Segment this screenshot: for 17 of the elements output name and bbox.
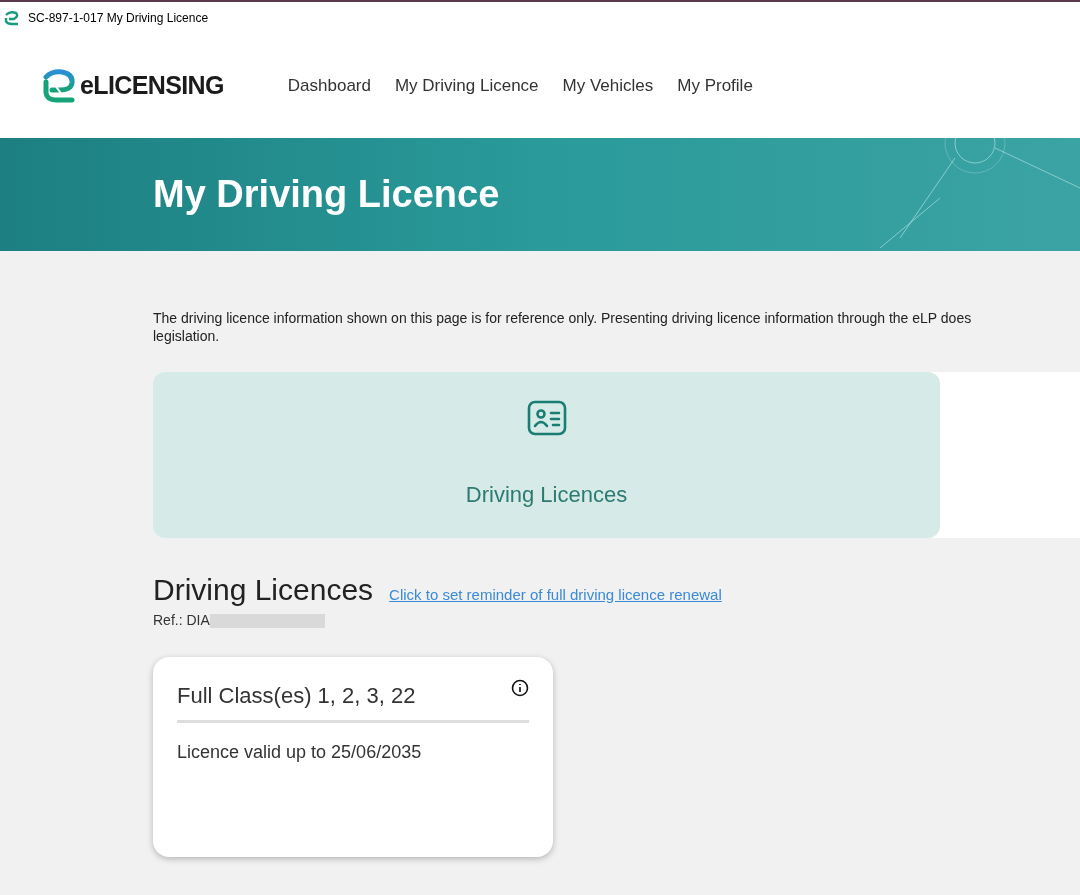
reference-label: Ref.: DIA [153, 611, 210, 630]
window-title: SC-897-1-017 My Driving Licence [28, 9, 209, 27]
page-title: My Driving Licence [153, 172, 500, 217]
nav-link[interactable]: My Driving Licence [394, 72, 539, 99]
logo-icon [42, 68, 76, 103]
licence-validity: Licence valid up to 25/06/2035 [177, 741, 423, 764]
section-title: Driving Licences [153, 572, 374, 608]
info-icon[interactable] [511, 679, 529, 697]
brand-name: eLICENSING [80, 69, 224, 101]
app-icon [4, 9, 20, 26]
category-tile[interactable]: Driving Licences [153, 372, 940, 538]
nav-link[interactable]: My Vehicles [562, 72, 654, 99]
nav-link[interactable]: Dashboard [287, 72, 371, 99]
notice-text: The driving licence information shown on this page is for reference only. Presenting driving licence information through the eLP does legislation. [153, 309, 973, 345]
licence-classes: Full Class(es) 1, 2, 3, 22 [177, 682, 416, 710]
id-card-icon [526, 400, 567, 436]
nav-link[interactable]: My Profile [677, 72, 753, 99]
